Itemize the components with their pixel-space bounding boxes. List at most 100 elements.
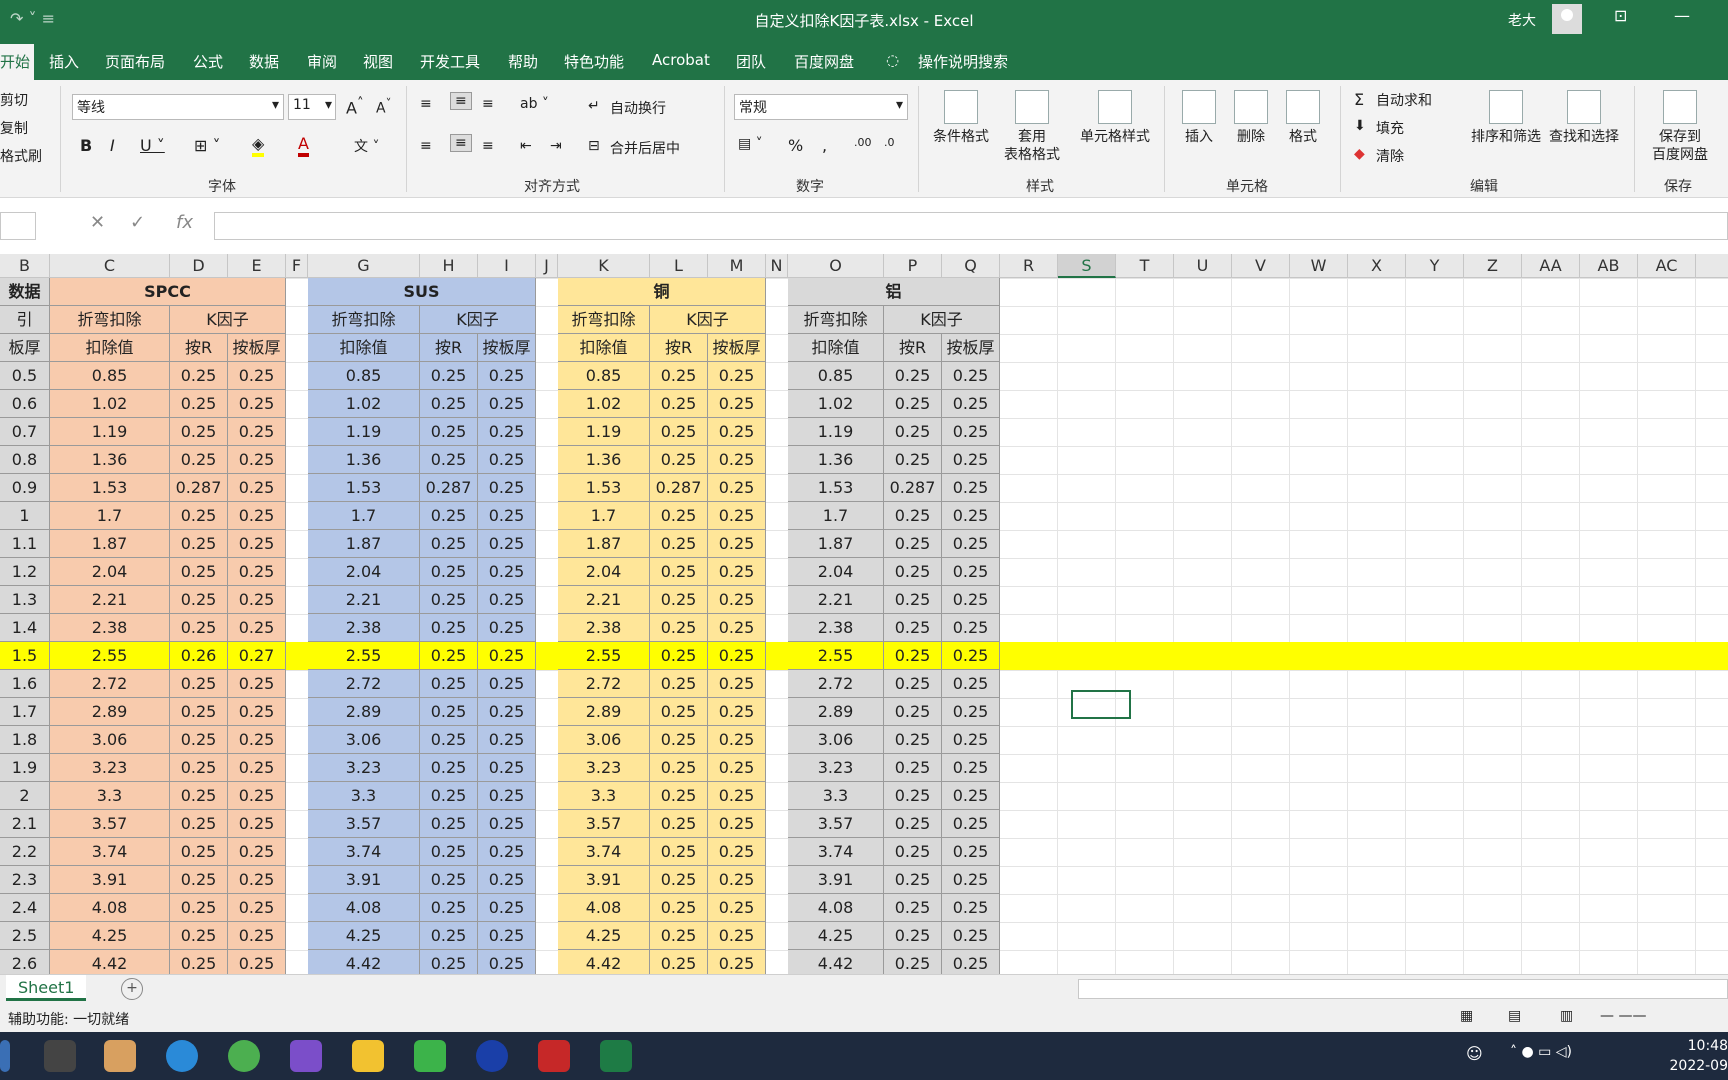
table-cell[interactable]: 0.25 bbox=[420, 894, 478, 922]
cell-style-button[interactable]: 单元格样式 bbox=[1072, 90, 1158, 146]
name-box[interactable] bbox=[0, 212, 36, 240]
table-cell[interactable]: 0.25 bbox=[884, 446, 942, 474]
table-cell[interactable]: 0.25 bbox=[650, 446, 708, 474]
column-header-f[interactable]: F bbox=[286, 254, 308, 278]
table-cell[interactable]: 0.25 bbox=[650, 418, 708, 446]
header-cell[interactable]: 按板厚 bbox=[708, 334, 766, 362]
table-cell[interactable]: 0.25 bbox=[478, 418, 536, 446]
format-cells-button[interactable]: 格式 bbox=[1280, 90, 1326, 146]
folder-icon[interactable] bbox=[352, 1040, 384, 1072]
table-cell[interactable]: 0.25 bbox=[228, 670, 286, 698]
table-cell[interactable]: 0.25 bbox=[170, 558, 228, 586]
table-cell[interactable]: 0.25 bbox=[942, 670, 1000, 698]
table-cell[interactable]: 0.25 bbox=[650, 502, 708, 530]
start-icon[interactable] bbox=[0, 1040, 10, 1072]
table-cell[interactable]: 0.25 bbox=[228, 754, 286, 782]
table-cell[interactable]: 0.25 bbox=[228, 838, 286, 866]
table-cell[interactable]: 0.25 bbox=[420, 446, 478, 474]
table-cell[interactable]: 4.42 bbox=[558, 950, 650, 974]
table-cell[interactable]: 0.25 bbox=[884, 614, 942, 642]
column-header-s[interactable]: S bbox=[1058, 254, 1116, 278]
clear-button[interactable]: 清除 bbox=[1376, 146, 1404, 166]
column-header-aa[interactable]: AA bbox=[1522, 254, 1580, 278]
table-cell[interactable]: 0.25 bbox=[420, 586, 478, 614]
header-cell[interactable]: 扣除值 bbox=[308, 334, 420, 362]
table-cell[interactable]: 0.25 bbox=[884, 810, 942, 838]
table-cell[interactable]: 0.25 bbox=[708, 670, 766, 698]
table-cell[interactable]: 0.25 bbox=[942, 866, 1000, 894]
table-cell[interactable]: 2.5 bbox=[0, 922, 50, 950]
insert-cells-button[interactable]: 插入 bbox=[1176, 90, 1222, 146]
format-painter-button[interactable]: 格式刷 bbox=[0, 146, 42, 166]
orientation-icon[interactable]: ab ˅ bbox=[520, 96, 549, 112]
table-cell[interactable]: 4.42 bbox=[308, 950, 420, 974]
table-cell[interactable]: 0.25 bbox=[650, 558, 708, 586]
align-left-icon[interactable]: ≡ bbox=[420, 138, 432, 154]
column-header-o[interactable]: O bbox=[788, 254, 884, 278]
table-cell[interactable]: 1.53 bbox=[50, 474, 170, 502]
column-header-y[interactable]: Y bbox=[1406, 254, 1464, 278]
translate-icon[interactable] bbox=[166, 1040, 198, 1072]
table-cell[interactable]: 0.25 bbox=[478, 670, 536, 698]
paint-icon[interactable] bbox=[104, 1040, 136, 1072]
table-cell[interactable]: 3.3 bbox=[50, 782, 170, 810]
table-cell[interactable]: 0.25 bbox=[478, 754, 536, 782]
table-cell[interactable]: 0.25 bbox=[650, 670, 708, 698]
table-cell[interactable]: 4.08 bbox=[558, 894, 650, 922]
header-cell[interactable]: K因子 bbox=[650, 306, 766, 334]
table-cell[interactable]: 1.7 bbox=[0, 698, 50, 726]
header-cell[interactable]: 折弯扣除 bbox=[558, 306, 650, 334]
table-cell[interactable]: 0.25 bbox=[708, 614, 766, 642]
table-cell[interactable]: 1.19 bbox=[788, 418, 884, 446]
table-cell[interactable]: 1.87 bbox=[308, 530, 420, 558]
table-cell[interactable]: 2.21 bbox=[788, 586, 884, 614]
fill-button[interactable]: 填充 bbox=[1376, 118, 1404, 138]
table-cell[interactable]: 2.38 bbox=[788, 614, 884, 642]
table-cell[interactable]: 0.287 bbox=[650, 474, 708, 502]
table-cell[interactable]: 0.25 bbox=[170, 922, 228, 950]
column-header-l[interactable]: L bbox=[650, 254, 708, 278]
table-format-button[interactable]: 套用 表格格式 bbox=[994, 90, 1070, 164]
table-cell[interactable]: 0.25 bbox=[884, 726, 942, 754]
table-cell[interactable]: 0.25 bbox=[170, 894, 228, 922]
table-cell[interactable]: 1.7 bbox=[788, 502, 884, 530]
column-header-h[interactable]: H bbox=[420, 254, 478, 278]
table-cell[interactable]: 0.25 bbox=[942, 782, 1000, 810]
table-cell[interactable]: 0.25 bbox=[942, 698, 1000, 726]
table-cell[interactable]: 1.53 bbox=[558, 474, 650, 502]
table-cell[interactable]: 0.25 bbox=[884, 418, 942, 446]
table-cell[interactable]: 2.21 bbox=[50, 586, 170, 614]
table-cell[interactable]: 0.287 bbox=[420, 474, 478, 502]
tab-page-layout[interactable]: 页面布局 bbox=[105, 51, 165, 72]
borders-icon[interactable]: ⊞ ˅ bbox=[194, 136, 221, 155]
table-cell[interactable]: 0.25 bbox=[420, 642, 478, 670]
table-cell[interactable]: 1.02 bbox=[50, 390, 170, 418]
table-cell[interactable]: 0.25 bbox=[708, 866, 766, 894]
table-cell[interactable]: 0.25 bbox=[708, 530, 766, 558]
minimize-button[interactable]: — bbox=[1674, 6, 1690, 25]
table-cell[interactable]: 0.25 bbox=[650, 838, 708, 866]
table-cell[interactable]: 1.19 bbox=[50, 418, 170, 446]
table-cell[interactable]: 0.25 bbox=[228, 726, 286, 754]
table-cell[interactable]: 3.91 bbox=[788, 866, 884, 894]
table-cell[interactable]: 0.5 bbox=[0, 362, 50, 390]
table-cell[interactable]: 0.25 bbox=[884, 502, 942, 530]
column-header-g[interactable]: G bbox=[308, 254, 420, 278]
table-cell[interactable]: 2.72 bbox=[308, 670, 420, 698]
excel-icon[interactable] bbox=[600, 1040, 632, 1072]
table-cell[interactable]: 0.25 bbox=[228, 586, 286, 614]
table-cell[interactable]: 0.25 bbox=[650, 922, 708, 950]
table-cell[interactable]: 2.04 bbox=[308, 558, 420, 586]
table-cell[interactable]: 0.25 bbox=[650, 782, 708, 810]
column-header-c[interactable]: C bbox=[50, 254, 170, 278]
table-cell[interactable]: 3.23 bbox=[558, 754, 650, 782]
tab-formulas[interactable]: 公式 bbox=[193, 51, 223, 72]
table-cell[interactable]: 0.25 bbox=[478, 810, 536, 838]
avatar[interactable] bbox=[1552, 4, 1582, 34]
ribbon-display-icon[interactable]: ⊡ bbox=[1614, 6, 1627, 25]
column-header-k[interactable]: K bbox=[558, 254, 650, 278]
table-cell[interactable]: 1.87 bbox=[558, 530, 650, 558]
table-cell[interactable]: 0.25 bbox=[170, 698, 228, 726]
table-cell[interactable]: 1 bbox=[0, 502, 50, 530]
table-cell[interactable]: 0.25 bbox=[420, 810, 478, 838]
